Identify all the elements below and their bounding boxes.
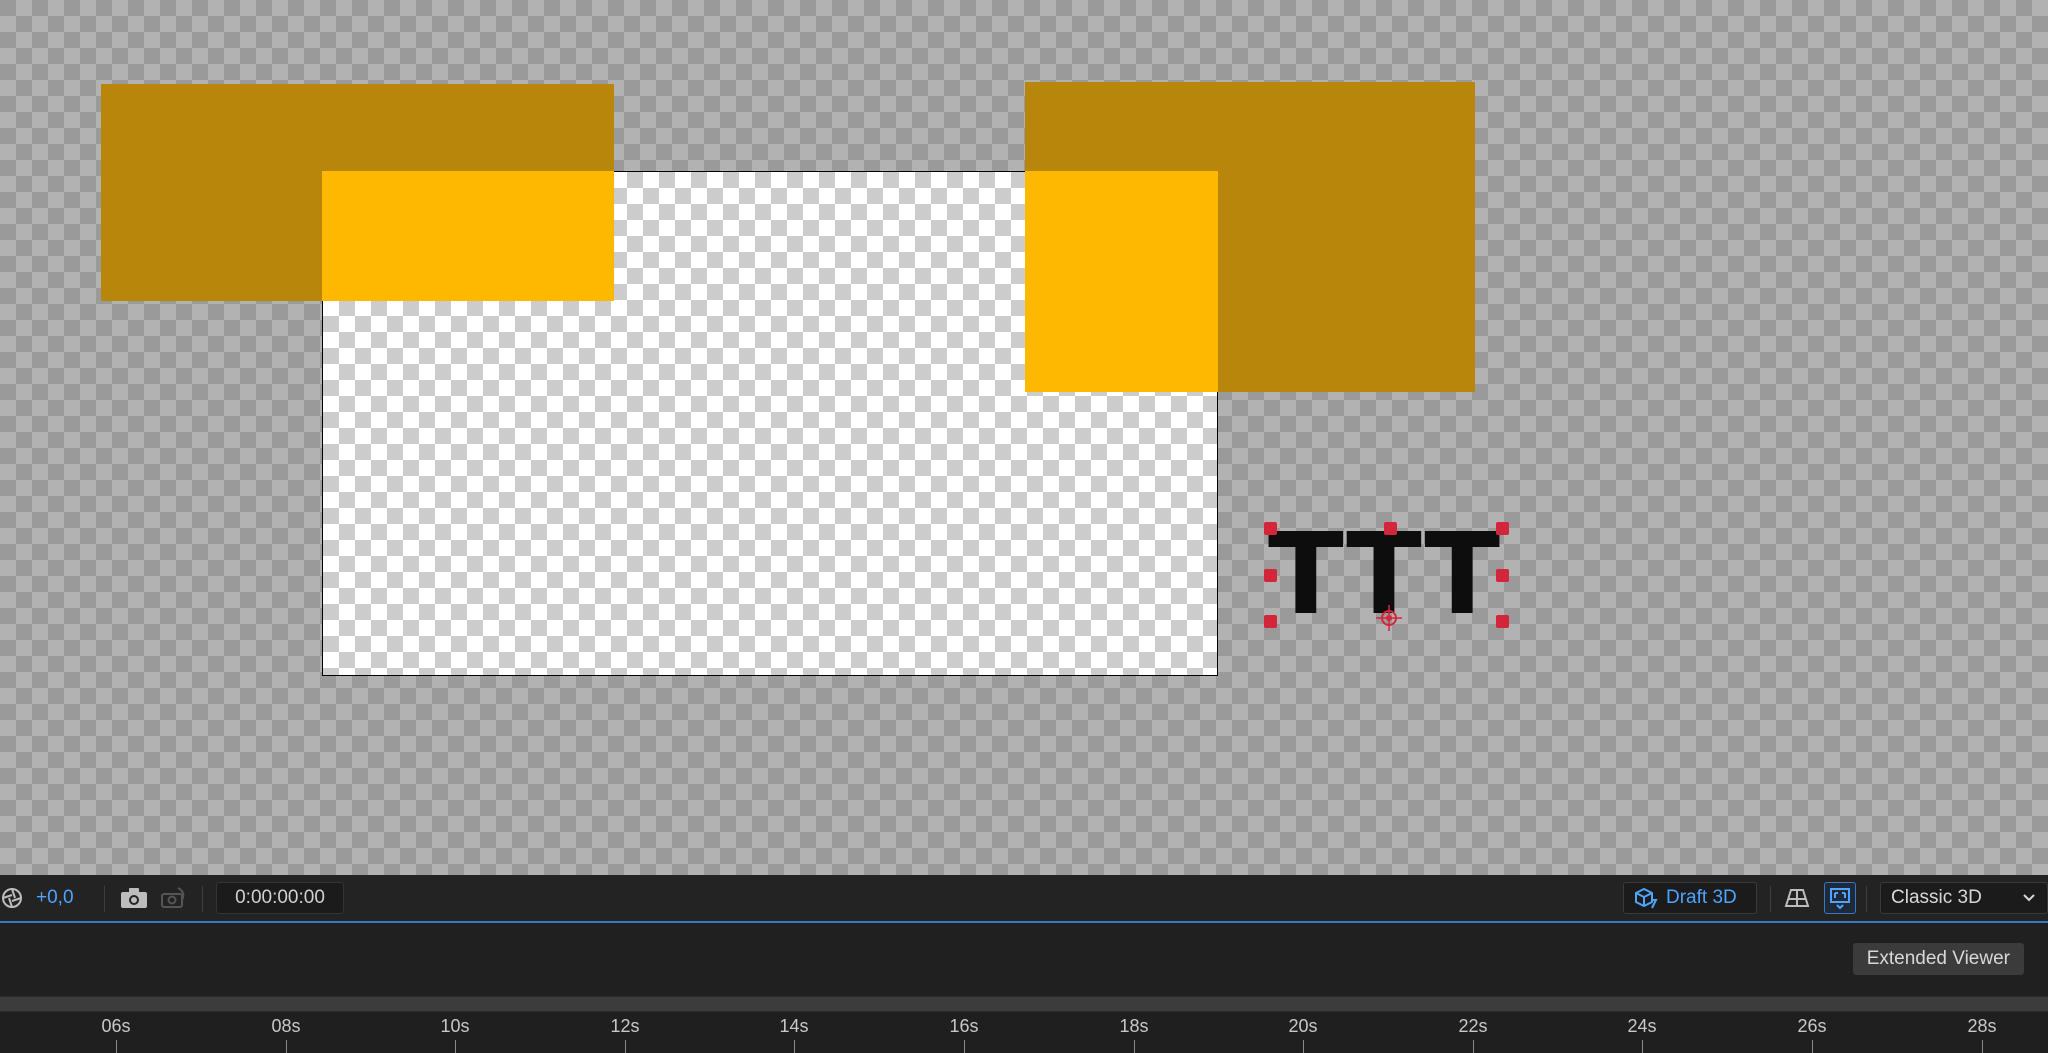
ruler-tick-label: 12s <box>610 1016 640 1036</box>
ruler-tick-label: 18s <box>1119 1016 1149 1036</box>
shape-layer-1-in-frame <box>322 171 614 301</box>
ruler-tick <box>625 1040 626 1053</box>
ruler-tick <box>1303 1040 1304 1053</box>
ruler-tick-label: 10s <box>440 1016 470 1036</box>
draft-3d-label: Draft 3D <box>1666 887 1737 908</box>
timecode-display[interactable]: 0:00:00:00 <box>216 882 344 914</box>
ruler-tick <box>1473 1040 1474 1053</box>
timeline-scrollbar[interactable] <box>0 996 2048 1012</box>
ruler-tick-label: 24s <box>1627 1016 1657 1036</box>
text-layer-content: TTT <box>1268 522 1500 617</box>
renderer-select[interactable]: Classic 3D <box>1880 882 2048 914</box>
bounding-handle-ml[interactable] <box>1264 569 1277 582</box>
ruler-tick-label: 26s <box>1797 1016 1827 1036</box>
ruler-tick-label: 08s <box>271 1016 301 1036</box>
viewer-toolbar: +0,0 0:00:00:00 Draft 3D Classic 3D <box>0 875 2048 923</box>
fast-preview-icon[interactable] <box>1824 882 1856 914</box>
ruler-tick <box>794 1040 795 1053</box>
composition-viewer[interactable]: TTT <box>0 0 2048 875</box>
renderer-value: Classic 3D <box>1891 887 1982 908</box>
exposure-value[interactable]: +0,0 <box>36 875 74 921</box>
bounding-handle-tc[interactable] <box>1384 522 1397 535</box>
extended-viewer-panel: Extended Viewer <box>0 923 2048 996</box>
bounding-handle-mr[interactable] <box>1496 569 1509 582</box>
draft-3d-icon <box>1635 887 1658 909</box>
camera-icon[interactable] <box>120 875 148 921</box>
ground-plane-icon[interactable] <box>1784 875 1810 921</box>
text-layer-glyphs: TTT <box>1268 522 1500 617</box>
ruler-tick <box>286 1040 287 1053</box>
chevron-down-icon <box>2023 894 2035 902</box>
extended-viewer-button[interactable]: Extended Viewer <box>1852 943 2024 975</box>
ruler-tick-label: 22s <box>1458 1016 1488 1036</box>
ruler-tick <box>455 1040 456 1053</box>
bounding-handle-tr[interactable] <box>1496 522 1509 535</box>
time-ruler[interactable]: 06s 08s 10s 12s 14s 16s 18s 20s 22s 24s 26s 28s <box>0 1012 2048 1053</box>
bounding-handle-tl[interactable] <box>1264 522 1277 535</box>
ruler-tick-label: 06s <box>101 1016 131 1036</box>
bounding-handle-br[interactable] <box>1496 615 1509 628</box>
ruler-tick-label: 28s <box>1967 1016 1997 1036</box>
show-snapshot-icon[interactable] <box>160 875 188 921</box>
ruler-tick <box>1642 1040 1643 1053</box>
draft-3d-toggle[interactable]: Draft 3D <box>1623 882 1757 914</box>
text-layer[interactable]: TTT <box>1264 522 1509 631</box>
ruler-tick-label: 16s <box>949 1016 979 1036</box>
ruler-tick-label: 14s <box>779 1016 809 1036</box>
ruler-tick <box>116 1040 117 1053</box>
aperture-icon[interactable] <box>0 875 24 921</box>
ruler-tick <box>1812 1040 1813 1053</box>
ruler-tick <box>1134 1040 1135 1053</box>
shape-layer-2-in-frame <box>1025 171 1218 392</box>
ruler-tick <box>1982 1040 1983 1053</box>
ruler-tick-label: 20s <box>1288 1016 1318 1036</box>
bounding-handle-bl[interactable] <box>1264 615 1277 628</box>
ruler-tick <box>964 1040 965 1053</box>
anchor-point-icon[interactable] <box>1376 605 1402 631</box>
